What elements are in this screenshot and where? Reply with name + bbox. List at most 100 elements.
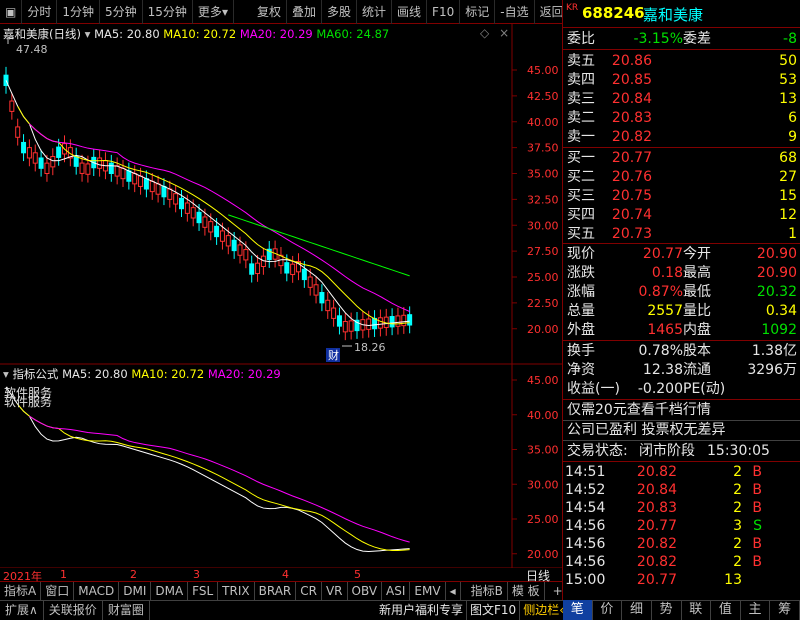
bid-label: 买五: [567, 226, 595, 242]
tab-vr[interactable]: VR: [322, 582, 348, 600]
bid-row: 买三 20.75 15: [563, 186, 800, 206]
candle-body: [196, 211, 202, 224]
rtab-trend[interactable]: 势: [652, 600, 682, 620]
toolbar-biaoji[interactable]: 标记: [460, 0, 496, 24]
pin-icon[interactable]: ▣: [0, 0, 23, 24]
sub-legend-ma5: MA5: 20.80: [62, 367, 128, 381]
tab-window[interactable]: 窗口: [41, 582, 75, 600]
candle-body: [190, 207, 196, 219]
toolbar-fenshi[interactable]: 分时: [22, 0, 58, 24]
ask-row: 卖一 20.82 9: [563, 127, 800, 147]
candle-body: [401, 314, 407, 327]
tick-volume: 2: [733, 500, 742, 516]
candle-body: [21, 141, 27, 154]
tick-direction: B: [752, 482, 762, 498]
tab-dma[interactable]: DMA: [151, 582, 189, 600]
ask-volume: 9: [788, 129, 797, 145]
notice-row-1[interactable]: 仅需20元查看千档行情: [563, 400, 800, 420]
candle-body: [167, 188, 173, 200]
finance-badge[interactable]: 财: [328, 348, 339, 362]
toolbar-zixuan[interactable]: -自选: [495, 0, 535, 24]
legend-toggle-icon[interactable]: ▾: [85, 27, 91, 41]
toolbar-huaxian[interactable]: 画线: [392, 0, 428, 24]
candle-body: [389, 316, 395, 328]
main-chart-title: 嘉和美康(日线): [3, 27, 81, 41]
stat2-label-2: 股本: [683, 343, 711, 359]
expand-button[interactable]: 扩展∧: [0, 601, 44, 620]
toolbar-duogu[interactable]: 多股: [322, 0, 358, 24]
sub-toggle-icon[interactable]: ▾: [3, 367, 9, 381]
toolbar-1min[interactable]: 1分钟: [57, 0, 100, 24]
tick-row: 14:56 20.82 2 B: [563, 534, 800, 554]
toolbar-5min[interactable]: 5分钟: [100, 0, 143, 24]
sub-overlay-text-2: 软件服务: [4, 394, 52, 409]
stat2-value: -0.200: [637, 381, 683, 397]
bid-row: 买五 20.73 1: [563, 224, 800, 244]
tab-dmi[interactable]: DMI: [119, 582, 152, 600]
candle-body: [202, 216, 208, 228]
chart-window-controls: ◇ ×: [480, 26, 509, 40]
candle-body: [214, 225, 220, 238]
new-user-link[interactable]: 新用户福利专享: [376, 601, 466, 620]
high-label: 47.48: [16, 43, 48, 56]
x-label-4: 4: [282, 568, 289, 581]
candle-body: [149, 180, 155, 193]
sidebar-toggle[interactable]: 侧边栏«: [519, 601, 569, 620]
candle-body: [138, 175, 144, 187]
stat-label-2: 今开: [683, 246, 711, 262]
toolbar-f10[interactable]: F10: [427, 0, 461, 24]
f10-link[interactable]: 图文F10: [466, 601, 519, 620]
tab-cr[interactable]: CR: [296, 582, 322, 600]
weibi-row: 委比 -3.15% 委差 -8: [563, 29, 800, 49]
candle-body: [56, 146, 62, 158]
related-quotes-button[interactable]: 关联报价: [44, 601, 103, 620]
tab-brar[interactable]: BRAR: [255, 582, 297, 600]
notice-1[interactable]: 仅需20元查看千档行情: [567, 400, 711, 420]
toolbar-fuquan[interactable]: 复权: [252, 0, 287, 24]
tab-indicator-b[interactable]: 指标B: [467, 582, 508, 600]
rtab-related[interactable]: 联: [682, 600, 712, 620]
rtab-main[interactable]: 主: [741, 600, 771, 620]
ask-volume: 13: [779, 91, 797, 107]
close-icon[interactable]: ×: [499, 26, 509, 40]
tick-price: 20.84: [636, 482, 677, 498]
rtab-price[interactable]: 价: [593, 600, 623, 620]
tab-fsl[interactable]: FSL: [188, 582, 219, 600]
tick-row: 14:52 20.84 2 B: [563, 480, 800, 500]
main-legend: 嘉和美康(日线) ▾ MA5: 20.80 MA10: 20.72 MA20: …: [3, 26, 389, 42]
trade-time: 15:30:05: [707, 443, 770, 459]
tab-macd[interactable]: MACD: [74, 582, 120, 600]
candle-body: [331, 307, 337, 319]
wealth-circle-button[interactable]: 财富圈: [103, 601, 150, 620]
candle-body: [184, 202, 190, 214]
rtab-chips[interactable]: 筹: [770, 600, 800, 620]
bid-label: 买一: [567, 150, 595, 166]
rtab-trades[interactable]: 笔: [563, 600, 593, 620]
tab-indicator-a[interactable]: 指标A: [0, 582, 42, 600]
tab-emv[interactable]: EMV: [410, 582, 446, 600]
stat-value-2: 20.90: [756, 246, 797, 262]
kline-chart[interactable]: 45.00 42.50 40.00 37.50 35.00 32.50 30.00 27.50…: [0, 24, 562, 568]
toolbar-diejia[interactable]: 叠加: [287, 0, 322, 24]
toolbar-15min[interactable]: 15分钟: [143, 0, 193, 24]
toolbar-more[interactable]: 更多▾: [193, 0, 234, 24]
tab-scroll-icon[interactable]: ◂: [446, 582, 461, 600]
rtab-detail[interactable]: 细: [622, 600, 652, 620]
tab-template[interactable]: 模 板: [508, 582, 545, 600]
main-y-tick-label: 32.50: [527, 193, 559, 206]
candle-body: [319, 292, 325, 304]
ask-label: 卖五: [567, 53, 595, 69]
stat-value: 2557: [647, 303, 683, 319]
stat-value-2: 20.90: [756, 265, 797, 281]
sub-y-tick-label: 40.00: [527, 409, 559, 422]
candle-body: [126, 170, 132, 182]
rtab-value[interactable]: 值: [711, 600, 741, 620]
candle-body: [290, 263, 296, 276]
tab-trix[interactable]: TRIX: [218, 582, 255, 600]
tick-price: 20.82: [636, 554, 677, 570]
stat-label: 现价: [567, 246, 595, 262]
toolbar-tongji[interactable]: 统计: [357, 0, 393, 24]
tab-obv[interactable]: OBV: [348, 582, 383, 600]
tab-asi[interactable]: ASI: [382, 582, 411, 600]
diamond-icon[interactable]: ◇: [480, 26, 489, 40]
